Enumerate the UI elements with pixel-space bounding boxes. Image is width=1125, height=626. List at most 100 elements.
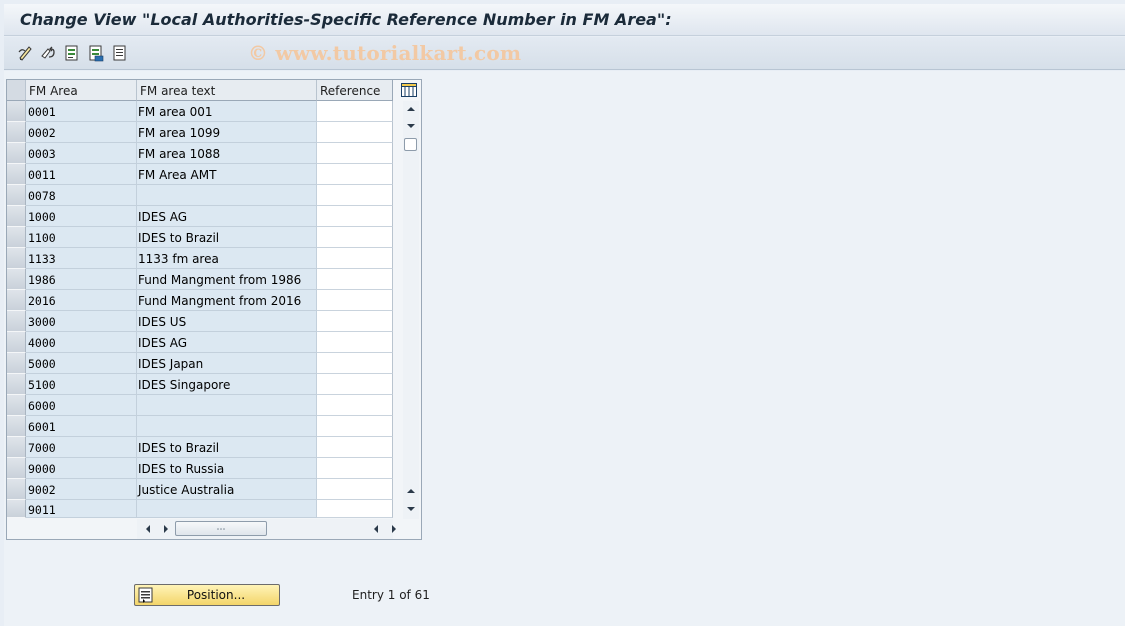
scroll-left-icon[interactable]	[369, 521, 383, 537]
table-row: 9011	[7, 500, 393, 518]
row-selector[interactable]	[7, 143, 26, 164]
fm-area-cell: 4000	[26, 332, 137, 353]
reference-input[interactable]	[317, 437, 393, 458]
position-button-label: Position...	[186, 588, 246, 602]
table-row: 7000 IDES to Brazil	[7, 437, 393, 458]
row-selector[interactable]	[7, 374, 26, 395]
display-change-icon[interactable]	[16, 43, 36, 63]
undo-changes-icon[interactable]	[38, 43, 58, 63]
table-row: 9002 Justice Australia	[7, 479, 393, 500]
fm-area-text-cell: IDES to Brazil	[137, 437, 317, 458]
fm-area-cell: 6000	[26, 395, 137, 416]
reference-input[interactable]	[317, 248, 393, 269]
table-row: 0078	[7, 185, 393, 206]
vertical-scrollbar[interactable]	[403, 101, 419, 519]
fm-area-cell: 7000	[26, 437, 137, 458]
table-row: 0002 FM area 1099	[7, 122, 393, 143]
fm-area-text-cell: Fund Mangment from 2016	[137, 290, 317, 311]
row-selector[interactable]	[7, 311, 26, 332]
row-selector[interactable]	[7, 269, 26, 290]
fm-area-cell: 6001	[26, 416, 137, 437]
scroll-right-icon[interactable]	[159, 521, 173, 537]
select-all-header[interactable]	[7, 80, 26, 101]
table-row: 1000 IDES AG	[7, 206, 393, 227]
row-selector[interactable]	[7, 122, 26, 143]
reference-input[interactable]	[317, 143, 393, 164]
table-rows: 0001 FM area 001 0002 FM area 1099 0003 FM …	[7, 101, 393, 518]
row-selector[interactable]	[7, 101, 26, 122]
page-up-icon[interactable]	[403, 483, 419, 499]
reference-input[interactable]	[317, 101, 393, 122]
row-selector[interactable]	[7, 353, 26, 374]
reference-input[interactable]	[317, 164, 393, 185]
reference-input[interactable]	[317, 290, 393, 311]
table-row: 6000	[7, 395, 393, 416]
fm-area-cell: 0078	[26, 185, 137, 206]
row-selector[interactable]	[7, 416, 26, 437]
reference-input[interactable]	[317, 374, 393, 395]
watermark: © www.tutorialkart.com	[248, 41, 522, 65]
row-selector[interactable]	[7, 164, 26, 185]
row-selector[interactable]	[7, 395, 26, 416]
fm-area-cell: 1000	[26, 206, 137, 227]
reference-input[interactable]	[317, 269, 393, 290]
row-selector[interactable]	[7, 206, 26, 227]
reference-input[interactable]	[317, 458, 393, 479]
vertical-scroll-thumb[interactable]	[404, 138, 417, 151]
new-entries-icon[interactable]	[62, 43, 82, 63]
fm-area-text-cell: IDES Japan	[137, 353, 317, 374]
reference-input[interactable]	[317, 122, 393, 143]
fm-area-cell: 1100	[26, 227, 137, 248]
scroll-down-icon[interactable]	[403, 118, 419, 134]
table-row: 0011 FM Area AMT	[7, 164, 393, 185]
reference-input[interactable]	[317, 185, 393, 206]
row-selector[interactable]	[7, 332, 26, 353]
column-header-fm-area[interactable]: FM Area	[26, 80, 137, 101]
fm-area-text-cell	[137, 395, 317, 416]
fm-area-text-cell: Justice Australia	[137, 479, 317, 500]
reference-input[interactable]	[317, 206, 393, 227]
fm-area-cell: 3000	[26, 311, 137, 332]
table-row: 0003 FM area 1088	[7, 143, 393, 164]
column-header-fm-area-text[interactable]: FM area text	[137, 80, 317, 101]
row-selector[interactable]	[7, 479, 26, 500]
reference-input[interactable]	[317, 500, 393, 518]
fm-area-text-cell: IDES to Russia	[137, 458, 317, 479]
fm-area-text-cell: IDES to Brazil	[137, 227, 317, 248]
horizontal-scrollbar[interactable]	[137, 519, 396, 539]
reference-input[interactable]	[317, 479, 393, 500]
table-row: 1133 1133 fm area	[7, 248, 393, 269]
page-down-icon[interactable]	[403, 501, 419, 517]
column-header-reference[interactable]: Reference	[317, 80, 393, 101]
fm-area-text-cell	[137, 185, 317, 206]
row-selector[interactable]	[7, 227, 26, 248]
fm-area-cell: 1133	[26, 248, 137, 269]
row-selector[interactable]	[7, 290, 26, 311]
application-toolbar: © www.tutorialkart.com	[4, 37, 1125, 70]
table-settings-icon[interactable]	[400, 81, 418, 99]
row-selector[interactable]	[7, 248, 26, 269]
delete-icon[interactable]	[110, 43, 130, 63]
reference-input[interactable]	[317, 416, 393, 437]
table-row: 9000 IDES to Russia	[7, 458, 393, 479]
reference-input[interactable]	[317, 332, 393, 353]
copy-as-icon[interactable]	[86, 43, 106, 63]
reference-input[interactable]	[317, 395, 393, 416]
row-selector[interactable]	[7, 185, 26, 206]
row-selector[interactable]	[7, 500, 26, 518]
scroll-left-icon[interactable]	[141, 521, 155, 537]
fm-area-cell: 2016	[26, 290, 137, 311]
horizontal-scroll-thumb[interactable]	[175, 521, 267, 536]
scroll-right-icon[interactable]	[387, 521, 401, 537]
fm-area-text-cell: IDES AG	[137, 206, 317, 227]
position-button[interactable]: Position...	[134, 584, 280, 606]
fm-area-text-cell: IDES US	[137, 311, 317, 332]
reference-input[interactable]	[317, 227, 393, 248]
table-row: 0001 FM area 001	[7, 101, 393, 122]
fm-area-cell: 9002	[26, 479, 137, 500]
reference-input[interactable]	[317, 353, 393, 374]
reference-input[interactable]	[317, 311, 393, 332]
row-selector[interactable]	[7, 437, 26, 458]
row-selector[interactable]	[7, 458, 26, 479]
scroll-up-icon[interactable]	[403, 101, 419, 117]
